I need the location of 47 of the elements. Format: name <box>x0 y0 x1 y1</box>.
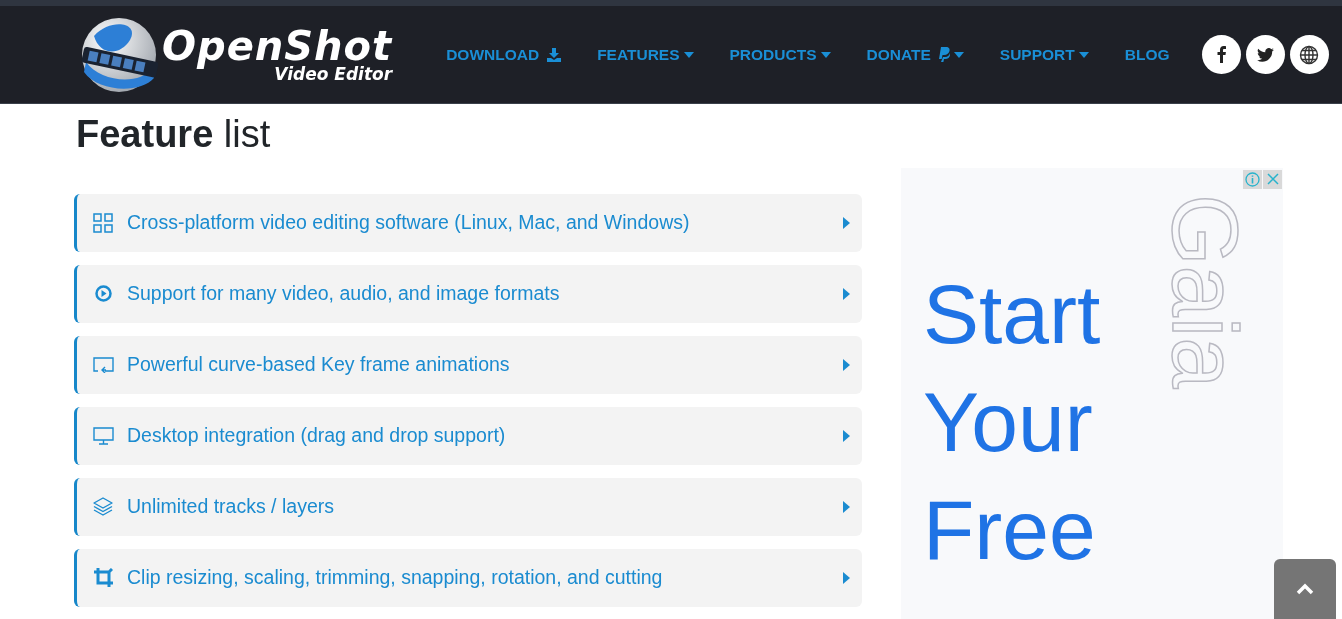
feature-item[interactable]: Unlimited tracks / layers <box>74 477 862 536</box>
paypal-icon <box>937 47 950 62</box>
caret-icon <box>820 51 831 58</box>
logo[interactable]: OpenShot Video Editor <box>80 15 393 94</box>
globe-button[interactable] <box>1289 35 1329 74</box>
caret-icon <box>953 51 964 58</box>
facebook-button[interactable] <box>1201 35 1241 74</box>
caret-right-icon <box>843 500 850 513</box>
chevron-up-icon <box>1296 583 1314 595</box>
close-icon <box>1266 173 1279 186</box>
ad-headline-word: Your <box>923 373 1093 471</box>
screen-return-icon <box>92 356 114 373</box>
twitter-icon <box>1256 47 1274 62</box>
feature-item[interactable]: Clip resizing, scaling, trimming, snapping, rotation, and cutting <box>74 548 862 607</box>
scroll-to-top-button[interactable] <box>1274 559 1336 619</box>
feature-item[interactable]: Support for many video, audio, and image formats <box>74 264 862 323</box>
logo-icon <box>80 15 158 94</box>
feature-item[interactable]: Powerful curve-based Key frame animations <box>74 335 862 394</box>
nav-link[interactable]: FEATURES <box>597 42 694 67</box>
caret-right-icon <box>843 216 850 229</box>
download-icon <box>547 47 562 62</box>
globe-icon <box>1299 44 1320 65</box>
grid-icon <box>93 212 113 233</box>
facebook-icon <box>1216 46 1226 63</box>
layers-icon <box>93 497 113 517</box>
nav-link[interactable]: DONATE <box>866 42 964 67</box>
caret-icon <box>683 51 694 58</box>
nav-link[interactable]: DOWNLOAD <box>446 42 562 67</box>
feature-item[interactable]: Desktop integration (drag and drop support) <box>74 406 862 465</box>
caret-right-icon <box>843 571 850 584</box>
ad-headline-word: Start <box>923 265 1101 363</box>
caret-right-icon <box>843 287 850 300</box>
nav-link[interactable]: SUPPORT <box>999 42 1089 67</box>
info-icon <box>1245 171 1260 187</box>
caret-right-icon <box>843 358 850 371</box>
ad-headline-word: Free <box>923 481 1096 579</box>
caret-icon <box>1078 51 1089 58</box>
nav-link[interactable]: BLOG <box>1124 42 1170 67</box>
nav-link[interactable]: PRODUCTS <box>729 42 831 67</box>
feature-item[interactable]: Cross-platform video editing software (Linux, Mac, and Windows) <box>74 193 862 252</box>
twitter-button[interactable] <box>1245 35 1285 74</box>
ad-logo-text: Gaia <box>1159 193 1251 388</box>
page-heading: Feature list <box>76 112 272 157</box>
caret-right-icon <box>843 429 850 442</box>
monitor-icon <box>92 426 114 445</box>
play-circle-icon <box>94 285 112 303</box>
crop-icon <box>93 568 113 588</box>
